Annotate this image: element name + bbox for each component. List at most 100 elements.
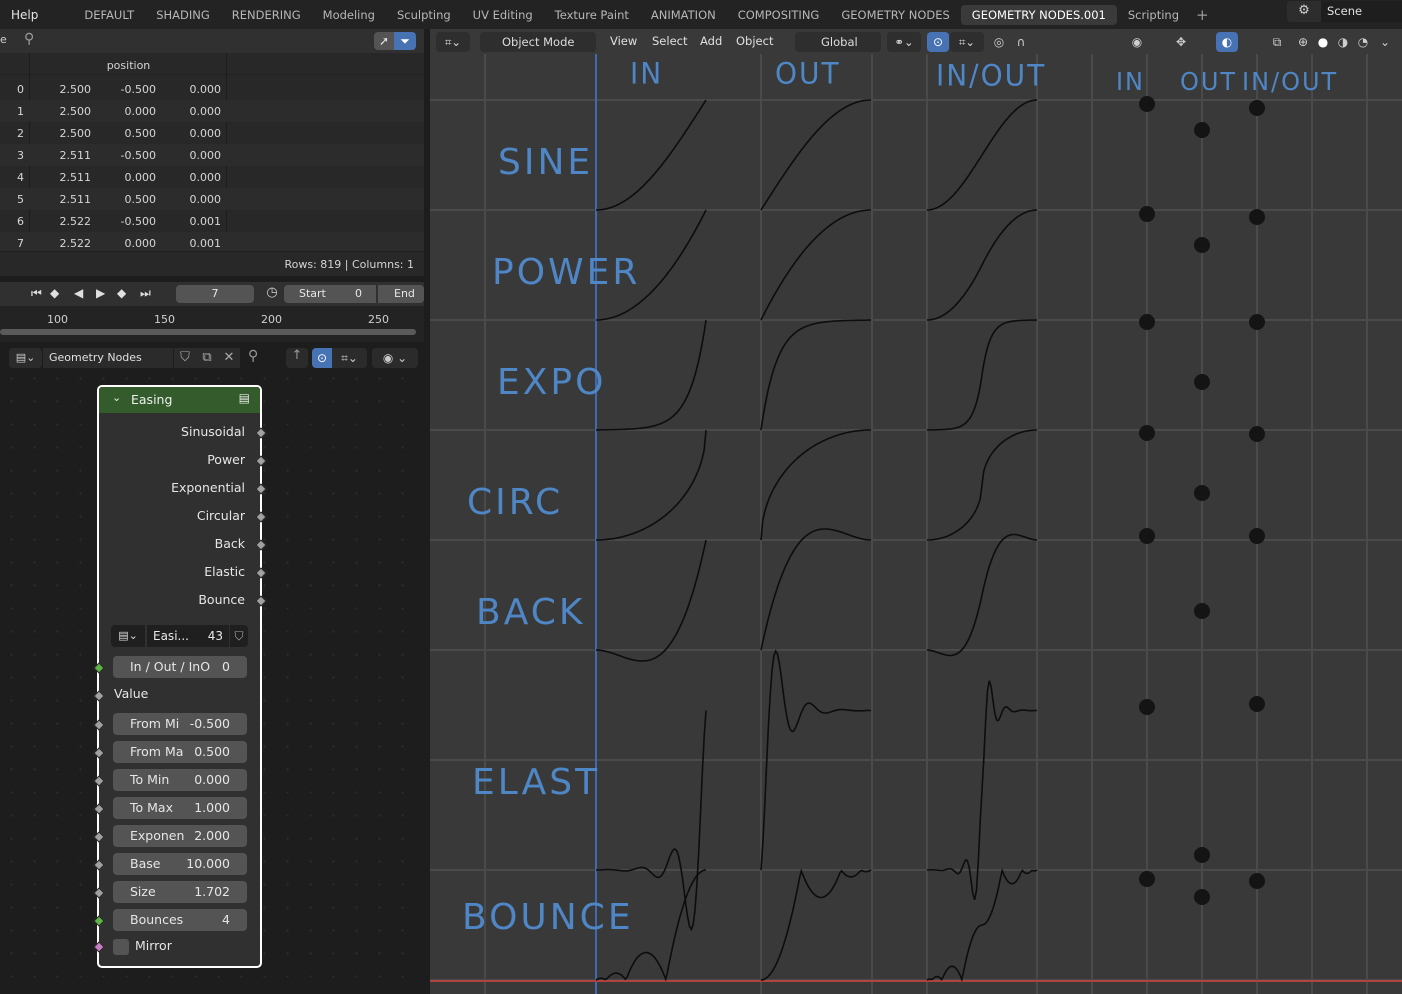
tab-uv-editing[interactable]: UV Editing [462,5,544,25]
visibility-icon[interactable]: ◉ [1126,32,1148,52]
pin-icon[interactable]: ⚲ [24,31,34,47]
easing-curve [926,99,1038,211]
menu-object[interactable]: Object [736,34,773,48]
ruler-tick: 250 [368,313,389,326]
snap-icon[interactable]: ⊙ [312,348,332,368]
easing-node[interactable]: ⌄ Easing ▤ Sinusoidal Power Exponential Cir… [93,385,267,968]
cell-z: 0.001 [189,214,222,228]
collapse-chevron-icon[interactable]: ⌄ [112,391,121,404]
tab-texture-paint[interactable]: Texture Paint [544,5,640,25]
fake-user-icon[interactable]: ⛉ [174,348,196,368]
input-field[interactable]: Exponen 2.000 [113,825,247,847]
proportional-edit-icon[interactable]: ◎ [988,32,1010,52]
scene-icon[interactable]: ⚙ [1287,1,1321,22]
3d-viewport[interactable]: IN OUT IN/OUT IN OUT IN/OUT SINE POWER EXPO CIRC B… [430,29,1402,994]
next-keyframe-icon[interactable]: ◆ [117,286,126,300]
scene-selector[interactable]: ⚙ Scene [1287,1,1402,22]
pivot-icon[interactable]: ⚭⌄ [887,32,921,52]
column-label: OUT [1180,66,1237,96]
scene-name-field[interactable]: Scene [1321,1,1402,22]
shield-icon[interactable]: ⛉ [230,625,248,647]
tab-compositing[interactable]: COMPOSITING [727,5,831,25]
input-field[interactable]: Bounces 4 [113,909,247,931]
cell-y: 0.500 [124,126,157,140]
overlay-icon[interactable]: ◐ [1216,32,1238,52]
field-label: Exponen [130,828,185,843]
prev-keyframe-icon[interactable]: ◆ [50,286,59,300]
orientation-dropdown[interactable]: Global [795,32,881,52]
node-group-icon[interactable]: ▤⌄ [111,625,145,647]
tab-rendering[interactable]: RENDERING [221,5,312,25]
falloff-icon[interactable]: ∩ [1010,32,1032,52]
tab-default[interactable]: DEFAULT [73,5,145,25]
tab-shading[interactable]: SHADING [145,5,221,25]
pin-icon[interactable]: ⚲ [248,348,258,364]
editor-type-button[interactable]: ⌗⌄ [436,32,470,52]
cell-z: 0.000 [189,126,222,140]
node-header[interactable]: ⌄ Easing ▤ [99,387,260,413]
editor-type-button[interactable]: ▤⌄ [9,348,42,368]
selected-only-icon[interactable]: ➚ [374,32,394,50]
input-field[interactable]: Size 1.702 [113,881,247,903]
play-reverse-icon[interactable]: ◀ [74,286,83,300]
rendered-shading-icon[interactable]: ◔ [1352,32,1374,52]
tab-geometry-nodes[interactable]: GEOMETRY NODES [830,5,960,25]
input-field[interactable]: To Min 0.000 [113,769,247,791]
input-field[interactable]: From Mi -0.500 [113,713,247,735]
tab-modeling[interactable]: Modeling [312,5,386,25]
table-row: 4 2.511 0.000 0.000 [0,166,424,188]
row-label: CIRC [467,482,563,523]
node-group-name[interactable]: Easi... 43 [147,625,229,647]
input-field[interactable]: To Max 1.000 [113,797,247,819]
clock-icon[interactable]: ◷ [262,285,282,303]
play-icon[interactable]: ▶ [96,286,105,300]
filter-icon[interactable]: ⏷ [394,32,416,50]
ruler-tick: 150 [154,313,175,326]
easing-curve [926,209,1038,321]
ruler-tick: 200 [261,313,282,326]
overlay-icon[interactable]: ◉ ⌄ [372,348,418,368]
jump-end-icon[interactable]: ⏭ [140,286,151,301]
tab-scripting[interactable]: Scripting [1117,5,1190,25]
duplicate-icon[interactable]: ⧉ [196,348,218,368]
node-group-selector[interactable]: ▤⌄ Easi... 43 ⛉ [111,625,248,647]
material-shading-icon[interactable]: ◑ [1332,32,1354,52]
snap-target-icon[interactable]: ⌗⌄ [332,348,367,368]
menu-select[interactable]: Select [652,34,687,48]
input-field[interactable]: In / Out / InO 0 [113,656,247,678]
wireframe-shading-icon[interactable]: ⊕ [1292,32,1314,52]
tab-geometry-nodes-001[interactable]: GEOMETRY NODES.001 [960,4,1117,25]
jump-start-icon[interactable]: ⏮ [31,286,42,301]
start-frame-field[interactable]: Start 0 [284,285,376,303]
gizmo-icon[interactable]: ✥ [1170,32,1192,52]
node-tree-name-field[interactable]: Geometry Nodes [43,348,173,368]
end-frame-field[interactable]: End [378,285,424,303]
current-frame-field[interactable]: 7 [176,285,254,303]
xray-icon[interactable]: ⧉ [1266,32,1288,52]
table-row: 3 2.511 -0.500 0.000 [0,144,424,166]
snap-icon[interactable]: ⊙ [927,32,949,52]
menu-view[interactable]: View [610,34,637,48]
tab-animation[interactable]: ANIMATION [640,5,727,25]
solid-shading-icon[interactable]: ● [1312,32,1334,52]
input-field[interactable]: From Ma 0.500 [113,741,247,763]
timeline-scrollbar[interactable] [0,329,416,335]
cell-y: -0.500 [120,148,156,162]
snap-target-icon[interactable]: ⌗⌄ [950,32,984,52]
input-field[interactable]: Base 10.000 [113,853,247,875]
column-header-position[interactable]: position [30,59,227,72]
object-mode-dropdown[interactable]: Object Mode [480,32,596,52]
column-label: IN/OUT [1242,66,1338,96]
row-index: 4 [17,170,24,184]
menu-add[interactable]: Add [700,34,722,48]
field-label: In / Out / InO [130,659,211,674]
shading-options-icon[interactable]: ⌄ [1374,32,1396,52]
parent-node-tree-icon[interactable]: ↑ [286,348,308,368]
menu-help[interactable]: Help [0,8,49,22]
cell-x: 2.511 [59,170,92,184]
tab-sculpting[interactable]: Sculpting [386,5,462,25]
mirror-checkbox[interactable] [113,939,129,955]
close-icon[interactable]: ✕ [218,348,240,368]
add-workspace-button[interactable]: + [1190,6,1215,24]
output-sinusoidal: Sinusoidal [181,424,245,439]
